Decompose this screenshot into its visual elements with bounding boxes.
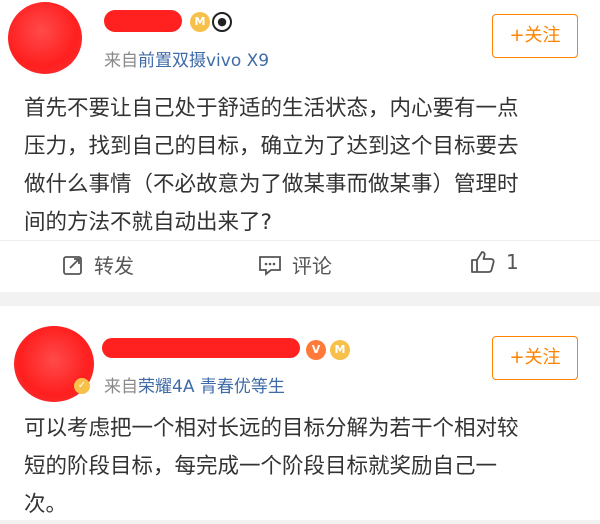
- follow-button[interactable]: +关注: [492, 336, 578, 380]
- verified-icon: ✓: [74, 378, 90, 394]
- source-prefix: 来自: [104, 51, 138, 71]
- thumbs-up-icon: [470, 250, 496, 274]
- redacted-username[interactable]: [104, 10, 182, 32]
- comment-button[interactable]: 评论: [258, 250, 332, 279]
- post-text-line: 次。: [24, 492, 68, 517]
- comment-icon: [258, 254, 282, 276]
- source-device[interactable]: 前置双摄vivo X9: [138, 51, 269, 71]
- post-source: 来自荣耀4A 青春优等生: [104, 372, 285, 397]
- medal-icon: M: [330, 340, 350, 360]
- vip-icon: V: [306, 340, 326, 360]
- post-text-line: 间的方法不就自动出来了?: [24, 210, 272, 235]
- post-text-line: 短的阶段目标，每完成一个阶段目标就奖励自己一: [24, 454, 498, 479]
- post-source: 来自前置双摄vivo X9: [104, 46, 269, 71]
- repost-label: 转发: [94, 254, 134, 278]
- medal-icon: M: [190, 12, 210, 32]
- avatar[interactable]: [8, 2, 82, 74]
- repost-button[interactable]: 转发: [62, 250, 134, 279]
- source-prefix: 来自: [104, 377, 138, 397]
- panda-icon: ●: [212, 12, 232, 32]
- divider: [0, 240, 600, 241]
- like-button[interactable]: 1: [470, 250, 519, 274]
- source-device[interactable]: 荣耀4A 青春优等生: [138, 377, 285, 397]
- redacted-username[interactable]: [102, 338, 300, 358]
- weibo-post-1: M ● 来自前置双摄vivo X9 +关注 首先不要让自己处于舒适的生活状态，内…: [0, 0, 600, 292]
- follow-button[interactable]: +关注: [492, 14, 578, 58]
- comment-label: 评论: [292, 254, 332, 278]
- post-text-line: 可以考虑把一个相对长远的目标分解为若干个相对较: [24, 416, 519, 441]
- like-count: 1: [506, 250, 519, 274]
- weibo-post-2: V M ✓ 来自荣耀4A 青春优等生 +关注 可以考虑把一个相对长远的目标分解为…: [0, 306, 600, 520]
- repost-icon: [62, 254, 84, 276]
- post-text-line: 首先不要让自己处于舒适的生活状态，内心要有一点: [24, 96, 519, 121]
- post-text-line: 做什么事情（不必故意为了做某事而做某事）管理时: [24, 172, 519, 197]
- post-text-line: 压力，找到自己的目标，确立为了达到这个目标要去: [24, 134, 519, 159]
